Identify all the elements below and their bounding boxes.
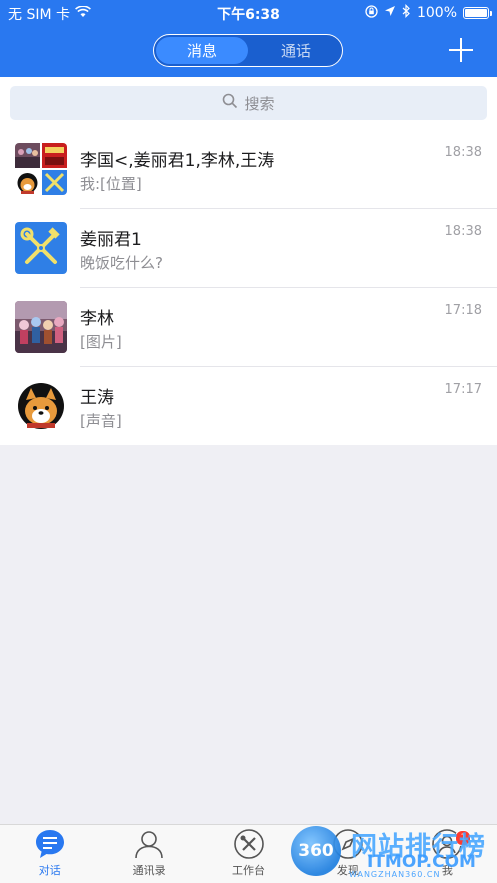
conversation-time: 17:18 [444,303,482,318]
shiba-dog-avatar [15,380,67,432]
battery-percent: 100% [416,5,457,21]
tab-label: 发现 [336,864,359,877]
tab-label: 工作台 [232,864,266,877]
search-input[interactable]: 搜索 [10,86,487,120]
segmented-control: 消息 通话 [153,34,343,67]
blue-tools-avatar [15,222,67,274]
plus-icon [449,38,473,62]
battery-icon [463,7,492,19]
discover-compass-icon [333,829,363,859]
conversation-title: 李林 [80,309,114,329]
tab-me[interactable]: 我 1 [398,825,497,883]
workbench-icon [233,829,264,859]
conversation-title: 王涛 [80,388,114,408]
conversation-time: 18:38 [444,224,482,239]
tab-chat[interactable]: 对话 [0,825,99,883]
status-right: 100% [365,4,492,22]
tab-messages[interactable]: 消息 [156,37,248,64]
conversation-preview: [图片] [80,333,122,351]
conversation-row[interactable]: 姜丽君1 晚饭吃什么? 18:38 [0,208,497,287]
conversation-row[interactable]: 王涛 [声音] 17:17 [0,366,497,445]
tab-label: 对话 [38,864,61,877]
tab-bar: 对话 通讯录 工作台 发现 我 1 [0,824,497,883]
conversation-title: 姜丽君1 [80,230,142,250]
conversation-time: 17:17 [444,382,482,397]
conversation-row[interactable]: 李国<,姜丽君1,李林,王涛 我:[位置] 18:38 [0,129,497,208]
add-button[interactable] [447,36,475,64]
conversation-preview: [声音] [80,412,122,430]
top-bar: 无 SIM 卡 下午6:38 100% 消息 通话 [0,0,497,77]
conversation-list: 李国<,姜丽君1,李林,王涛 我:[位置] 18:38 姜丽君1 晚饭吃什么? … [0,129,497,445]
search-placeholder: 搜索 [244,94,275,113]
tab-contacts[interactable]: 通讯录 [99,825,198,883]
conversation-time: 18:38 [444,145,482,160]
tab-label: 我 [441,864,453,877]
location-arrow-icon [384,5,396,21]
tab-discover[interactable]: 发现 [298,825,397,883]
bluetooth-icon [402,4,411,22]
battery-fill [465,9,487,17]
rotation-lock-icon [365,4,378,22]
tab-workbench[interactable]: 工作台 [199,825,298,883]
conversation-preview: 我:[位置] [80,175,142,193]
tab-label: 通讯录 [132,864,166,877]
conversation-row[interactable]: 李林 [图片] 17:18 [0,287,497,366]
search-icon [222,93,238,113]
search-container: 搜索 [0,77,497,129]
group-avatar [15,143,67,195]
conversation-title: 李国<,姜丽君1,李林,王涛 [80,151,275,171]
contacts-icon [135,831,163,859]
crowd-photo-avatar [15,301,67,353]
status-bar: 无 SIM 卡 下午6:38 100% [0,0,497,26]
app-screen: 无 SIM 卡 下午6:38 100% 消息 通话 搜索 李国<,姜丽君1,李林… [0,0,497,883]
chat-bubble-icon [35,830,64,858]
notification-badge: 1 [455,830,472,846]
tab-calls[interactable]: 通话 [250,35,342,66]
conversation-preview: 晚饭吃什么? [80,254,163,272]
